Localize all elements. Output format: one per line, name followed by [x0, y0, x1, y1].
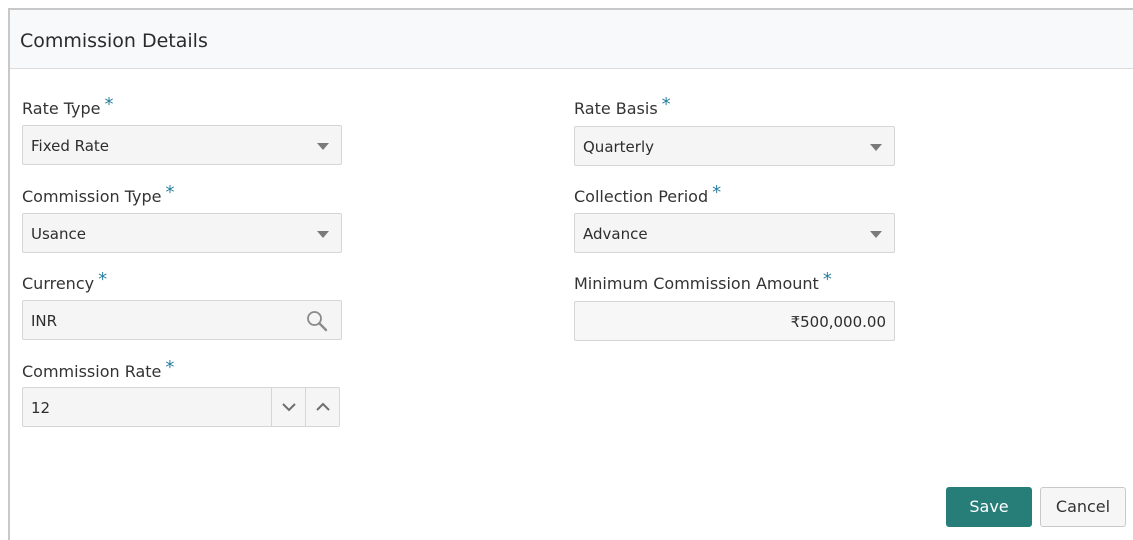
chevron-down-icon — [870, 144, 882, 151]
commission-type-label-text: Commission Type — [22, 187, 162, 206]
required-marker: * — [104, 94, 114, 115]
commission-rate-label: Commission Rate * — [22, 357, 174, 382]
rate-type-value: Fixed Rate — [31, 137, 110, 155]
rate-type-label: Rate Type * — [22, 94, 114, 119]
panel-header: Commission Details — [10, 10, 1133, 69]
required-marker: * — [822, 269, 832, 290]
required-marker: * — [165, 182, 175, 203]
rate-basis-label-text: Rate Basis — [574, 99, 658, 118]
chevron-down-icon — [282, 403, 296, 412]
currency-field[interactable]: INR — [22, 300, 342, 340]
rate-basis-value: Quarterly — [583, 138, 654, 156]
minimum-commission-amount-label-text: Minimum Commission Amount — [574, 274, 819, 293]
search-icon[interactable] — [305, 309, 329, 333]
save-button[interactable]: Save — [946, 487, 1032, 527]
commission-type-value: Usance — [31, 225, 86, 243]
commission-rate-label-text: Commission Rate — [22, 362, 162, 381]
minimum-commission-amount-value: ₹500,000.00 — [790, 313, 886, 331]
commission-type-label: Commission Type * — [22, 182, 174, 207]
required-marker: * — [661, 94, 671, 115]
required-marker: * — [165, 357, 175, 378]
minimum-commission-amount-field[interactable]: ₹500,000.00 — [574, 301, 895, 341]
chevron-down-icon — [317, 143, 329, 150]
rate-basis-select[interactable]: Quarterly — [574, 126, 895, 166]
rate-basis-label: Rate Basis * — [574, 94, 671, 119]
commission-rate-value: 12 — [31, 399, 51, 417]
decrement-button[interactable] — [271, 388, 305, 426]
currency-label-text: Currency — [22, 274, 95, 293]
collection-period-value: Advance — [583, 225, 648, 243]
cancel-button[interactable]: Cancel — [1040, 487, 1126, 527]
rate-type-label-text: Rate Type — [22, 99, 101, 118]
chevron-down-icon — [870, 231, 882, 238]
commission-rate-stepper[interactable]: 12 — [22, 387, 340, 427]
required-marker: * — [98, 269, 108, 290]
currency-label: Currency * — [22, 269, 107, 294]
required-marker: * — [712, 182, 722, 203]
chevron-up-icon — [316, 402, 330, 411]
rate-type-select[interactable]: Fixed Rate — [22, 125, 342, 165]
increment-button[interactable] — [305, 388, 339, 426]
minimum-commission-amount-label: Minimum Commission Amount * — [574, 269, 832, 294]
currency-value: INR — [31, 312, 58, 330]
collection-period-label: Collection Period * — [574, 182, 721, 207]
collection-period-select[interactable]: Advance — [574, 213, 895, 253]
commission-details-panel: Commission Details Rate Type * Fixed Rate… — [0, 0, 1133, 540]
collection-period-label-text: Collection Period — [574, 187, 709, 206]
panel-title: Commission Details — [20, 30, 208, 52]
chevron-down-icon — [317, 231, 329, 238]
commission-type-select[interactable]: Usance — [22, 213, 342, 253]
panel-left-border — [8, 8, 10, 540]
